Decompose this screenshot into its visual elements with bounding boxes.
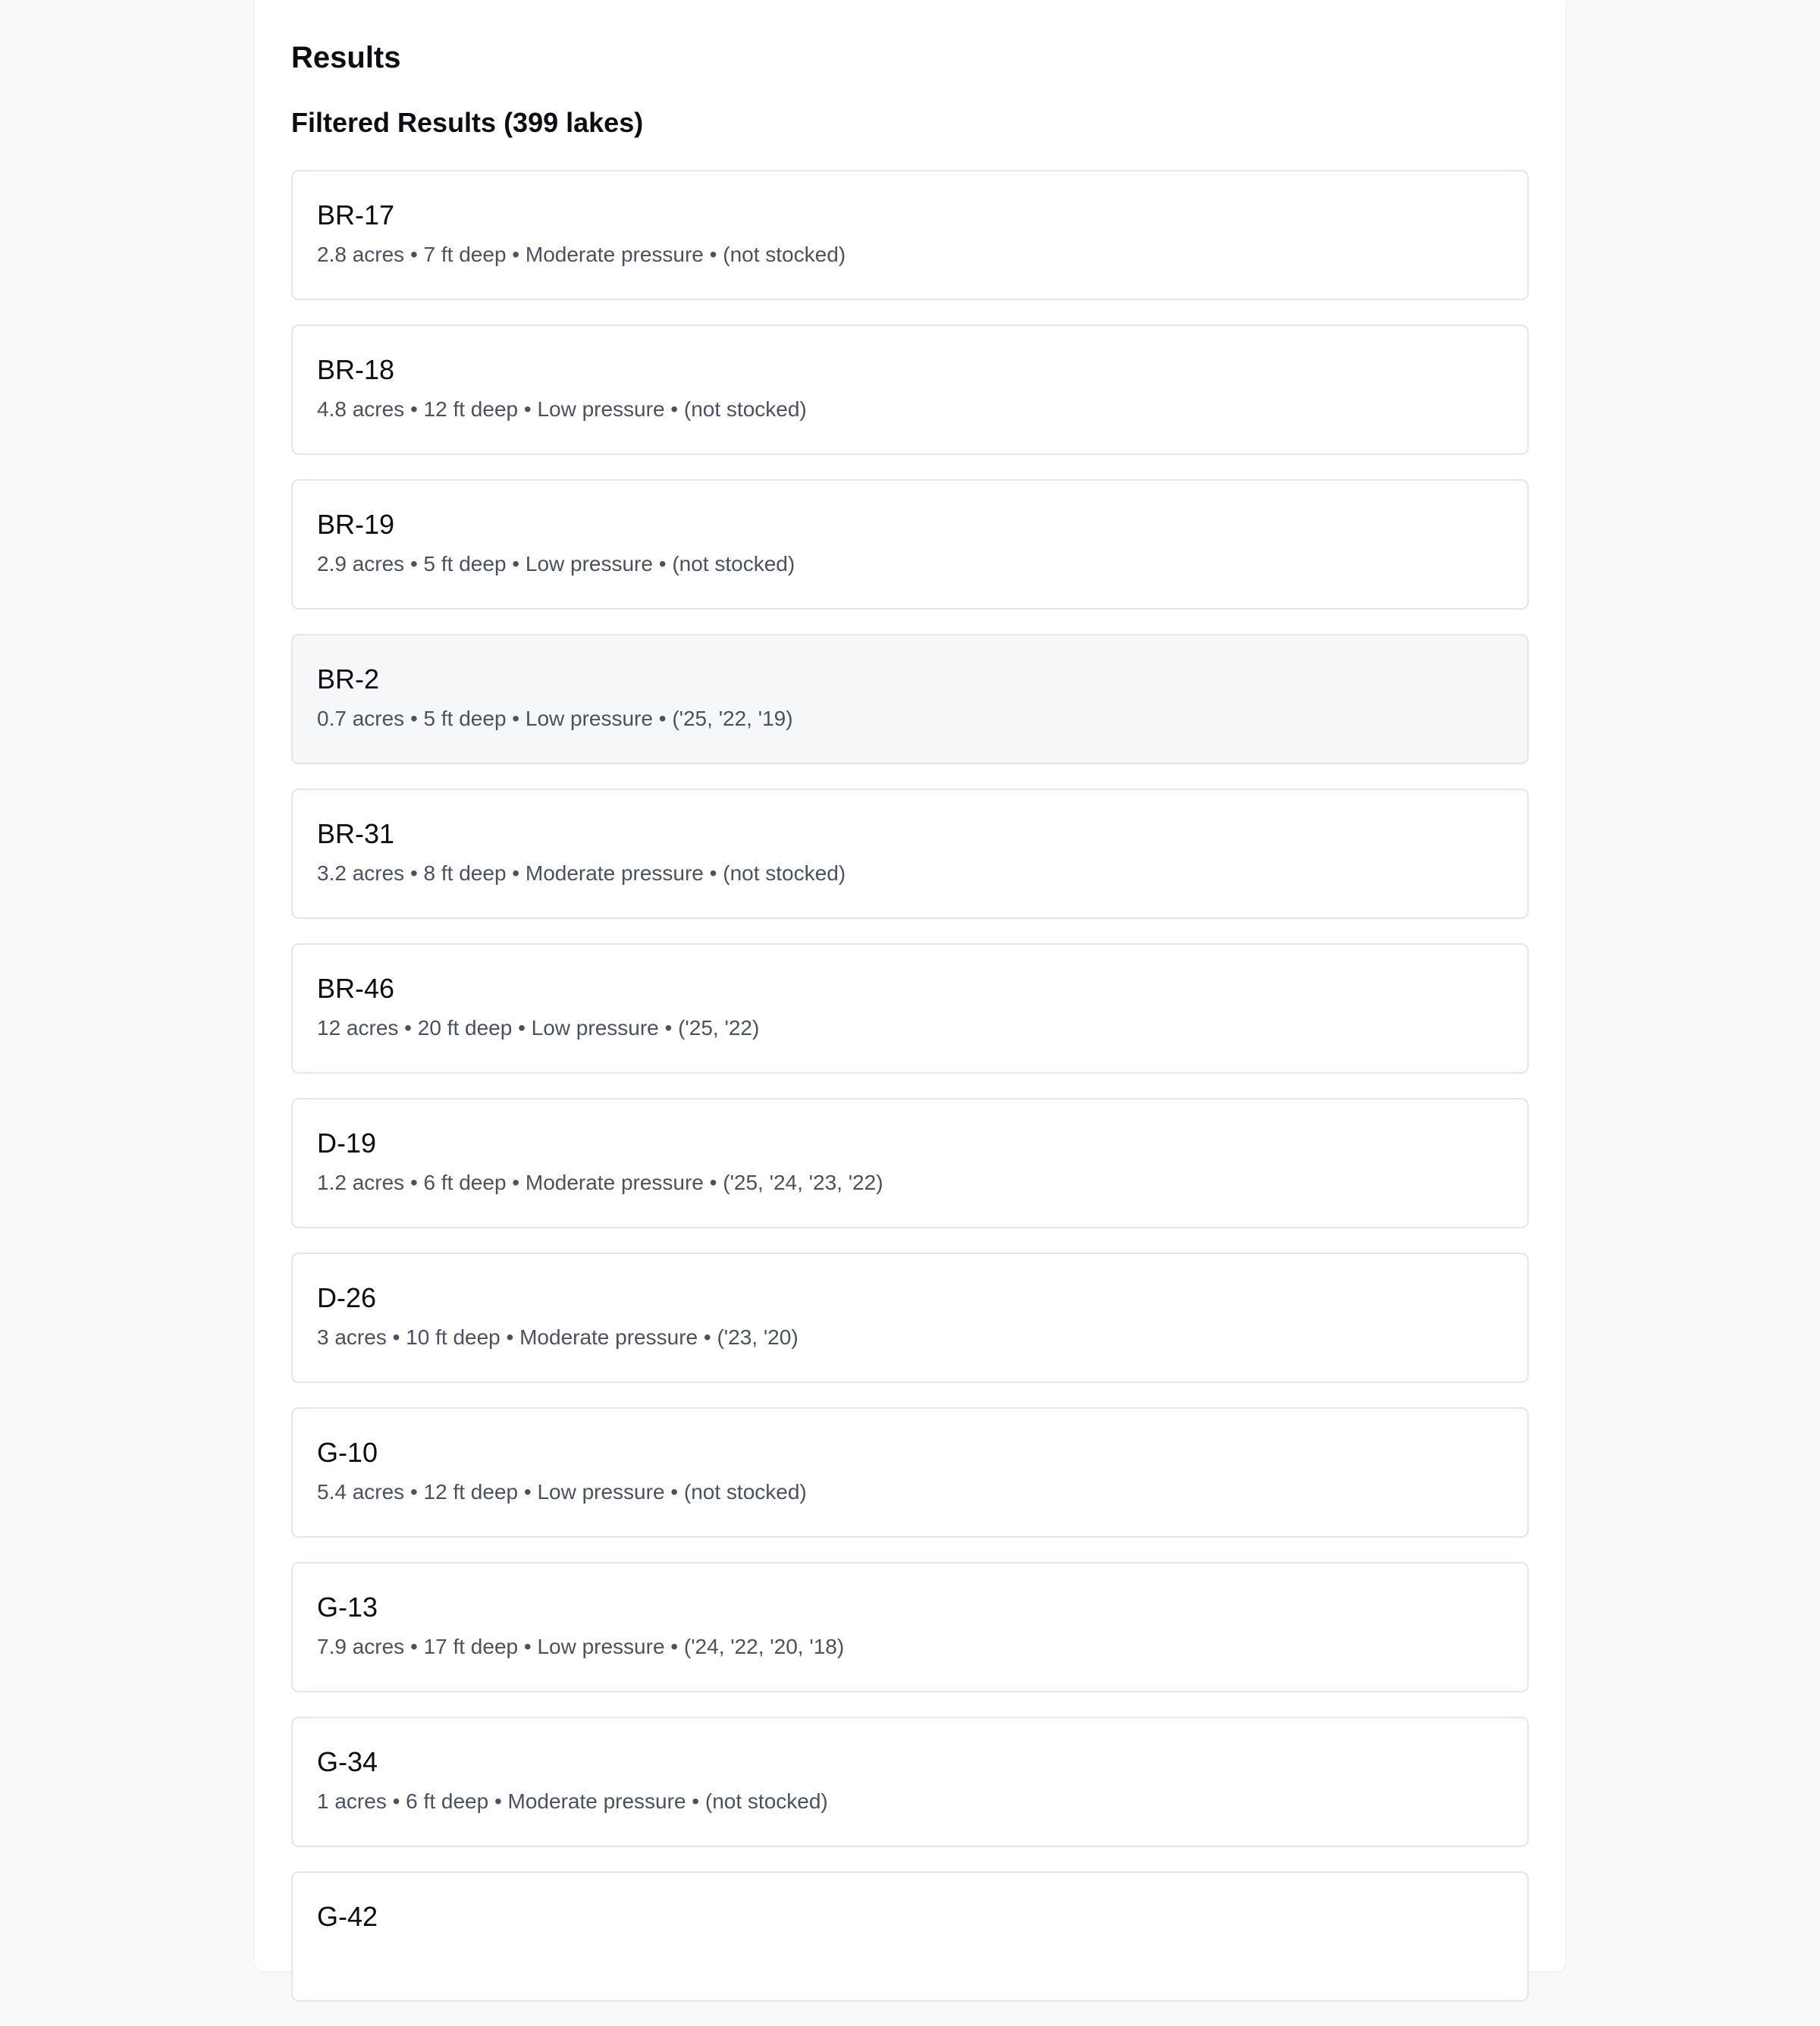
lake-result-card[interactable]: D-26 3 acres • 10 ft deep • Moderate pre… bbox=[291, 1253, 1529, 1383]
lake-result-card[interactable]: D-19 1.2 acres • 6 ft deep • Moderate pr… bbox=[291, 1098, 1529, 1228]
lake-details: 12 acres • 20 ft deep • Low pressure • (… bbox=[317, 1016, 760, 1040]
lake-name: BR-31 bbox=[317, 818, 395, 849]
lake-result-card[interactable]: G-10 5.4 acres • 12 ft deep • Low pressu… bbox=[291, 1407, 1529, 1538]
lake-name: BR-46 bbox=[317, 973, 395, 1004]
lake-name: G-34 bbox=[317, 1746, 378, 1777]
lake-name: G-13 bbox=[317, 1592, 378, 1623]
lake-details: 5.4 acres • 12 ft deep • Low pressure • … bbox=[317, 1480, 807, 1504]
lake-results-list: BR-17 2.8 acres • 7 ft deep • Moderate p… bbox=[291, 170, 1529, 2026]
filtered-results-heading: Filtered Results (399 lakes) bbox=[291, 107, 644, 138]
lake-name: BR-2 bbox=[317, 663, 380, 695]
lake-name: BR-17 bbox=[317, 199, 395, 231]
lake-result-card-hovered[interactable]: BR-2 0.7 acres • 5 ft deep • Low pressur… bbox=[291, 634, 1529, 764]
lake-result-card[interactable]: G-13 7.9 acres • 17 ft deep • Low pressu… bbox=[291, 1562, 1529, 1692]
lake-details: 2.9 acres • 5 ft deep • Low pressure • (… bbox=[317, 552, 795, 575]
lake-name: BR-19 bbox=[317, 509, 395, 540]
lake-details: 7.9 acres • 17 ft deep • Low pressure • … bbox=[317, 1635, 845, 1658]
lake-details: 2.8 acres • 7 ft deep • Moderate pressur… bbox=[317, 243, 846, 266]
lake-result-card[interactable]: BR-17 2.8 acres • 7 ft deep • Moderate p… bbox=[291, 170, 1529, 300]
lake-result-card[interactable]: BR-46 12 acres • 20 ft deep • Low pressu… bbox=[291, 943, 1529, 1074]
lake-name: D-26 bbox=[317, 1282, 377, 1313]
lake-details: 0.7 acres • 5 ft deep • Low pressure • (… bbox=[317, 707, 793, 730]
lake-details: 1 acres • 6 ft deep • Moderate pressure … bbox=[317, 1789, 828, 1813]
results-panel: Results Filtered Results (399 lakes) BR-… bbox=[255, 0, 1565, 2002]
lake-details: 3 acres • 10 ft deep • Moderate pressure… bbox=[317, 1325, 799, 1349]
results-heading: Results bbox=[291, 41, 401, 74]
lake-result-card[interactable]: BR-19 2.9 acres • 5 ft deep • Low pressu… bbox=[291, 479, 1529, 610]
lake-result-card[interactable]: BR-31 3.2 acres • 8 ft deep • Moderate p… bbox=[291, 789, 1529, 919]
lake-result-card[interactable]: G-42 bbox=[291, 1871, 1529, 2002]
lake-details: 1.2 acres • 6 ft deep • Moderate pressur… bbox=[317, 1171, 883, 1194]
lake-name: D-19 bbox=[317, 1127, 377, 1159]
lake-details: 3.2 acres • 8 ft deep • Moderate pressur… bbox=[317, 861, 846, 885]
lake-name: G-10 bbox=[317, 1437, 378, 1468]
lake-result-card[interactable]: G-34 1 acres • 6 ft deep • Moderate pres… bbox=[291, 1717, 1529, 1847]
lake-name: BR-18 bbox=[317, 354, 395, 385]
lake-result-card[interactable]: BR-18 4.8 acres • 12 ft deep • Low press… bbox=[291, 325, 1529, 455]
lake-details: 4.8 acres • 12 ft deep • Low pressure • … bbox=[317, 397, 807, 421]
lake-name: G-42 bbox=[317, 1901, 378, 1932]
